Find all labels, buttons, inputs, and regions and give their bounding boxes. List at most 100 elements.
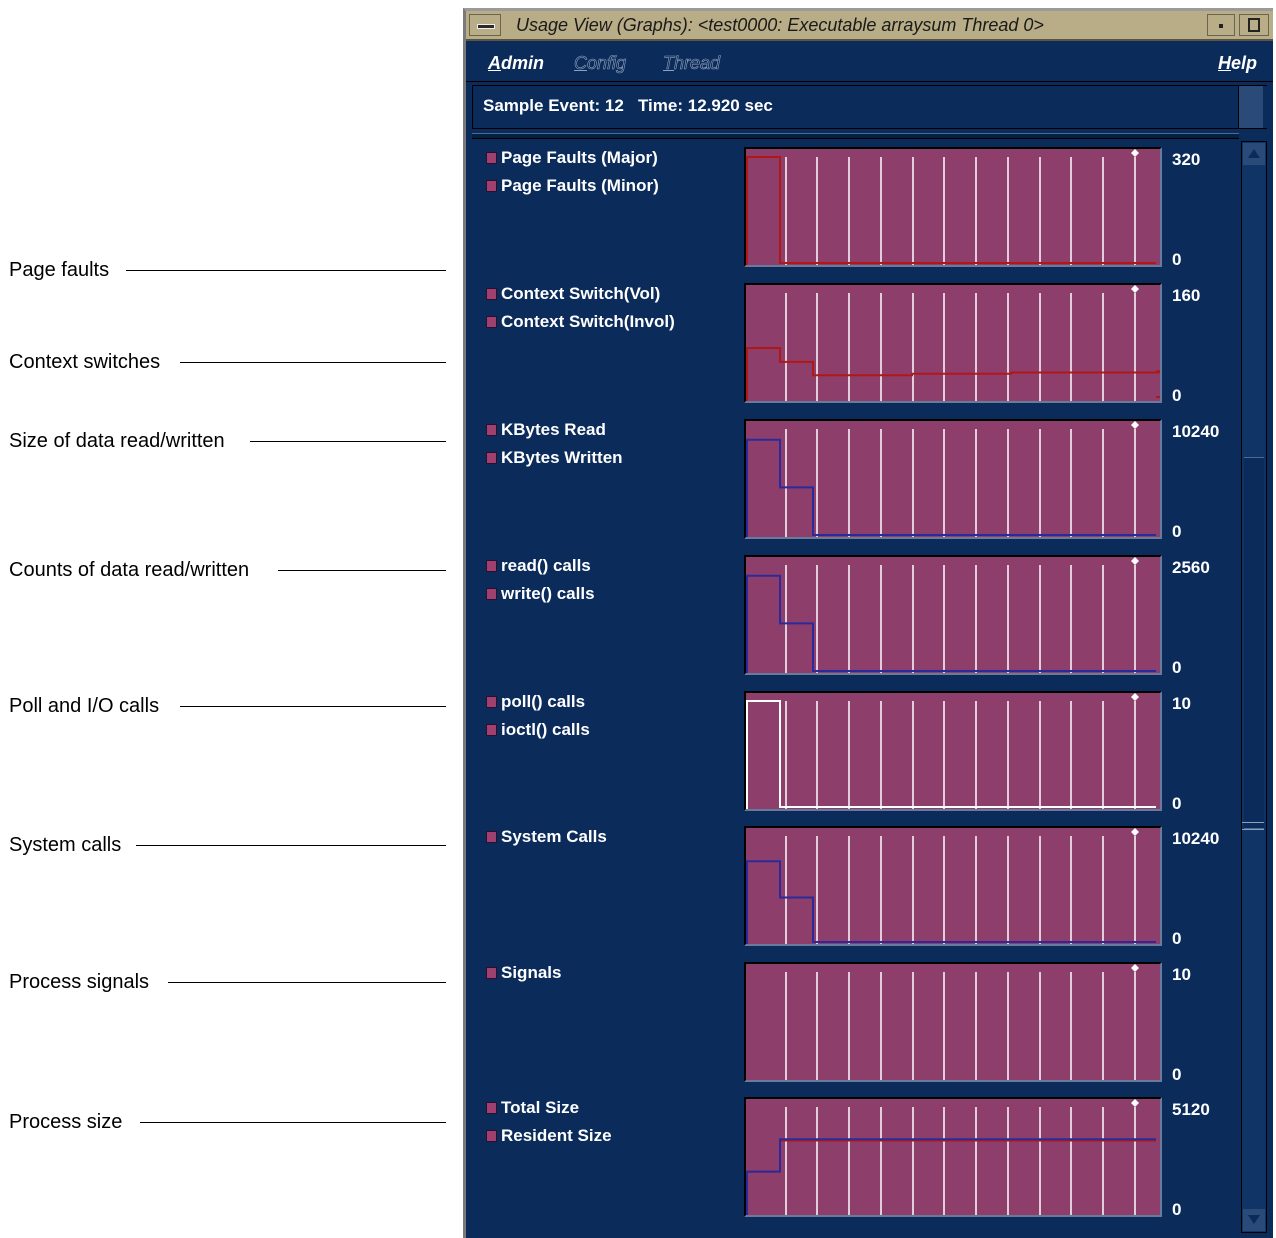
graph-svg — [746, 285, 1160, 401]
legend-swatch-icon[interactable] — [486, 831, 497, 843]
legend-label: Context Switch(Invol) — [501, 312, 675, 331]
legend-item[interactable]: KBytes Read — [486, 419, 606, 441]
menu-admin-mnemonic: A — [488, 53, 501, 73]
legend-swatch-icon[interactable] — [486, 1102, 497, 1114]
graph-row: read() calls write() calls 2560 0 — [466, 552, 1236, 688]
menu-thread-mnemonic: T — [663, 53, 675, 74]
graph-row: Total Size Resident Size 5120 0 — [466, 1094, 1236, 1230]
menu-config-mnemonic: C — [574, 53, 588, 74]
annotation-label: System calls — [9, 833, 122, 856]
graph-svg — [746, 693, 1156, 809]
annotation-label: Poll and I/O calls — [9, 694, 160, 717]
legend-swatch-icon[interactable] — [486, 696, 497, 708]
annotation-leader-line — [250, 441, 446, 442]
legend-label: Total Size — [501, 1098, 580, 1117]
sample-event-value: 12 — [604, 96, 624, 115]
legend-label: System Calls — [501, 827, 607, 846]
legend-item[interactable]: Total Size — [486, 1097, 579, 1119]
current-sample-marker-icon — [1131, 285, 1139, 293]
vertical-scrollbar[interactable] — [1241, 141, 1267, 1233]
scroll-up-arrow-icon[interactable] — [1243, 143, 1265, 165]
scroll-thumb[interactable] — [1244, 457, 1264, 829]
graph-plot[interactable] — [744, 555, 1162, 675]
sample-status: Sample Event: 12 Time: 12.920 sec — [483, 96, 773, 116]
legend-item[interactable]: poll() calls — [486, 691, 585, 713]
series-line — [746, 156, 1156, 265]
graph-svg — [746, 1099, 1156, 1215]
title-bar[interactable]: Usage View (Graphs): <test0000: Executab… — [466, 11, 1273, 41]
menu-thread[interactable]: Thread — [663, 53, 721, 74]
minimize-button[interactable] — [1207, 14, 1235, 36]
menu-admin[interactable]: Admin — [488, 53, 544, 74]
annotation-label: Process size — [9, 1110, 123, 1133]
graph-plot[interactable] — [744, 419, 1162, 539]
legend-swatch-icon[interactable] — [486, 152, 497, 164]
menu-help-mnemonic: H — [1217, 53, 1231, 73]
legend-swatch-icon[interactable] — [486, 424, 497, 436]
graph-row: KBytes Read KBytes Written 10240 0 — [466, 416, 1236, 552]
legend-item[interactable]: write() calls — [486, 583, 595, 605]
annotation-label: Counts of data read/written — [9, 558, 250, 581]
legend-item[interactable]: Context Switch(Vol) — [486, 283, 660, 305]
graph-plot[interactable] — [744, 826, 1162, 946]
y-min-label: 0 — [1172, 929, 1182, 948]
pane-divider[interactable] — [472, 133, 1239, 139]
annotation-label: Page faults — [9, 258, 110, 281]
legend-swatch-icon[interactable] — [486, 288, 497, 300]
legend-swatch-icon[interactable] — [486, 588, 497, 600]
legend-item[interactable]: Page Faults (Minor) — [486, 175, 659, 197]
menu-config-label: onfig — [587, 53, 627, 74]
legend-item[interactable]: Context Switch(Invol) — [486, 311, 675, 333]
legend-label: read() calls — [501, 556, 591, 575]
legend-swatch-icon[interactable] — [486, 1130, 497, 1142]
legend-swatch-icon[interactable] — [486, 180, 497, 192]
annotation-leader-line — [126, 270, 446, 271]
window-title: Usage View (Graphs): <test0000: Executab… — [516, 15, 1044, 35]
legend-item[interactable]: read() calls — [486, 555, 591, 577]
status-scrollbar[interactable] — [1238, 86, 1263, 128]
y-max-label: 10 — [1172, 965, 1191, 984]
graph-svg — [746, 149, 1156, 265]
graph-svg — [746, 421, 1156, 537]
scroll-grip[interactable] — [1242, 822, 1264, 830]
graph-plot[interactable] — [744, 1097, 1162, 1217]
menu-help[interactable]: Help — [1218, 53, 1257, 74]
legend-item[interactable]: System Calls — [486, 826, 607, 848]
legend-item[interactable]: Resident Size — [486, 1125, 612, 1147]
maximize-button[interactable] — [1239, 14, 1269, 36]
menu-bar: Admin Config Thread Help — [466, 43, 1273, 82]
annotation-label: Context switches — [9, 350, 161, 373]
legend-swatch-icon[interactable] — [486, 724, 497, 736]
time-value: 12.920 sec — [687, 96, 773, 115]
series-line — [746, 700, 1156, 809]
y-max-label: 10 — [1172, 694, 1191, 713]
legend-label: Signals — [501, 963, 562, 982]
legend-swatch-icon[interactable] — [486, 452, 497, 464]
menu-config[interactable]: Config — [574, 53, 627, 74]
legend-item[interactable]: ioctl() calls — [486, 719, 590, 741]
legend-label: KBytes Written — [501, 448, 623, 467]
series-line — [746, 438, 1156, 537]
annotation-leader-line — [180, 362, 446, 363]
window-menu-button[interactable] — [469, 14, 501, 36]
legend-swatch-icon[interactable] — [486, 560, 497, 572]
y-min-label: 0 — [1172, 386, 1182, 405]
graph-plot[interactable] — [744, 283, 1162, 403]
menu-thread-label: hread — [674, 53, 721, 74]
legend-swatch-icon[interactable] — [486, 316, 497, 328]
graph-plot[interactable] — [744, 691, 1162, 811]
graph-row: Context Switch(Vol) Context Switch(Invol)… — [466, 280, 1236, 416]
graph-plot[interactable] — [744, 962, 1162, 1082]
y-min-label: 0 — [1172, 250, 1182, 269]
legend-item[interactable]: Page Faults (Major) — [486, 147, 658, 169]
scroll-down-arrow-icon[interactable] — [1243, 1209, 1265, 1231]
annotation-leader-line — [168, 982, 446, 983]
legend-label: KBytes Read — [501, 420, 606, 439]
y-max-label: 320 — [1172, 150, 1201, 169]
legend-item[interactable]: KBytes Written — [486, 447, 623, 469]
legend-label: poll() calls — [501, 692, 586, 711]
legend-swatch-icon[interactable] — [486, 967, 497, 979]
legend-item[interactable]: Signals — [486, 962, 561, 984]
graph-plot[interactable] — [744, 147, 1162, 267]
y-max-label: 160 — [1172, 286, 1201, 305]
